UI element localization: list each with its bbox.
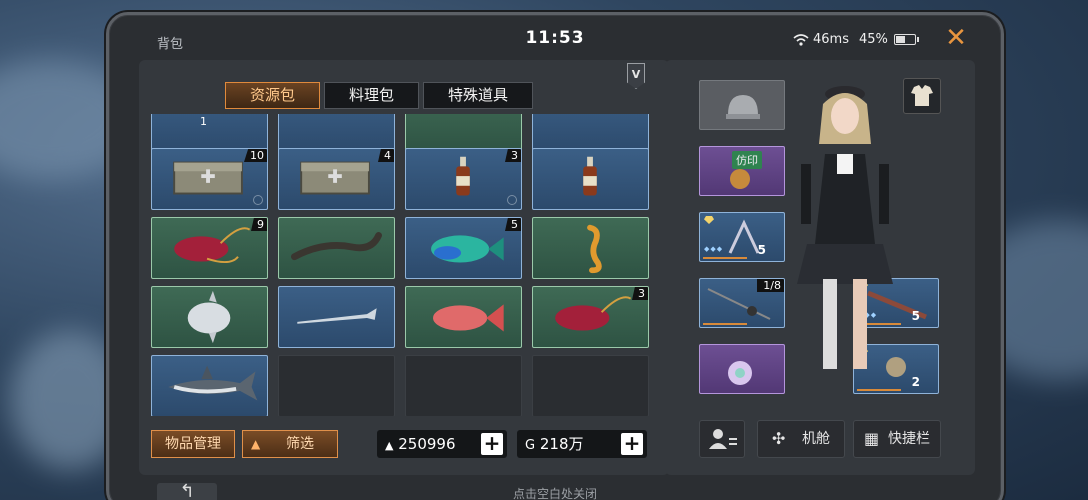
item-slot-needlefish[interactable]: [278, 286, 395, 348]
item-slot-bottle[interactable]: [532, 148, 649, 210]
battery-value: 45%: [859, 32, 888, 47]
status-bar: 背包 11:53 46ms 45% ✕: [109, 15, 1001, 63]
progress-bar: [703, 257, 747, 259]
bottle-icon: [456, 156, 470, 196]
weapon-slot-1[interactable]: ◆◆◆ 5: [699, 212, 785, 262]
rod-count: 1/8: [757, 279, 784, 292]
filter-icon: ▲: [251, 437, 261, 451]
red-snapper-icon: [433, 304, 504, 332]
item-slot-medical-crate[interactable]: 10: [151, 148, 268, 210]
filter-label: 筛选: [286, 436, 314, 452]
resource-counter: ▲ 250996 +: [377, 430, 507, 458]
cap-icon: [726, 95, 760, 119]
vip-badge-icon[interactable]: V: [627, 63, 645, 89]
character-portrait: [797, 86, 893, 369]
eel-icon: [291, 232, 382, 261]
progress-bar: [703, 323, 747, 325]
tab-resource-pack[interactable]: 资源包: [225, 82, 321, 109]
close-icon[interactable]: ✕: [943, 25, 969, 51]
equipment-panel: 仿印 ◆◆◆ 5 1/8 ◆◆◆ 5 2 ✣ 机舱 ▦ 快捷栏: [665, 60, 975, 475]
filter-button[interactable]: ▲ 筛选: [242, 430, 338, 458]
sunfish-icon: [187, 290, 231, 344]
resource-amount: 250996: [398, 435, 456, 453]
tab-special-items[interactable]: 特殊道具: [423, 82, 534, 109]
profile-button[interactable]: [699, 420, 745, 458]
inventory-panel: 资源包 料理包 特殊道具 V 1 10 4 3 9 5 3 物品管理 ▲ 筛选 …: [139, 60, 669, 475]
item-slot-red-meat[interactable]: 9: [151, 217, 268, 279]
item-slot-bottle[interactable]: 3: [405, 148, 522, 210]
item-slot-red-snapper[interactable]: [405, 286, 522, 348]
backpack-window: 背包 11:53 46ms 45% ✕ 资源包 料理包 特殊道具 V 1 10 …: [106, 12, 1004, 500]
item-slot-medical-crate[interactable]: 4: [278, 148, 395, 210]
helmet-slot[interactable]: [699, 80, 785, 130]
item-slot-eel[interactable]: [278, 217, 395, 279]
cabin-label: 机舱: [802, 431, 830, 447]
inventory-bottom-bar: 物品管理 ▲ 筛选 ▲ 250996 + G 218万 +: [151, 430, 651, 464]
battery-icon: [893, 34, 919, 45]
fishing-rod-slot[interactable]: 1/8: [699, 278, 785, 328]
ping-value: 46ms: [813, 32, 849, 47]
profile-icon: [709, 429, 737, 449]
item-manage-button[interactable]: 物品管理: [151, 430, 235, 458]
item-count: 1: [200, 115, 207, 128]
charm-icon: [728, 361, 752, 385]
item-grid[interactable]: 1 10 4 3 9 5 3: [151, 114, 651, 416]
add-resource-button[interactable]: +: [481, 433, 503, 455]
gold-amount: 218万: [539, 435, 584, 453]
close-hint[interactable]: 点击空白处关闭: [109, 485, 1001, 500]
gold-counter: G 218万 +: [517, 430, 647, 458]
resource-icon: ▲: [385, 439, 394, 452]
item-slot-seahorse[interactable]: [532, 217, 649, 279]
grid-icon: ▦: [864, 429, 880, 448]
pet-slot[interactable]: [699, 344, 785, 394]
add-gold-button[interactable]: +: [621, 433, 643, 455]
gold-icon: G: [525, 438, 536, 453]
item-slot-parrotfish[interactable]: 5: [405, 217, 522, 279]
item-slot-shark[interactable]: [151, 355, 268, 416]
wifi-icon: [793, 33, 809, 46]
seahorse-icon: [587, 224, 602, 274]
bottle-icon: [583, 156, 597, 196]
accessory-slot[interactable]: 仿印: [699, 146, 785, 196]
drone-icon: ✣: [772, 429, 786, 448]
battery-status: 45%: [859, 32, 919, 47]
parrotfish-icon: [431, 235, 504, 263]
needlefish-icon: [297, 308, 377, 324]
shortcut-label: 快捷栏: [888, 431, 930, 447]
tab-cooking-pack[interactable]: 料理包: [324, 82, 420, 109]
cabin-button[interactable]: ✣ 机舱: [757, 420, 845, 458]
seal-badge: 仿印: [732, 151, 762, 169]
shortcut-button[interactable]: ▦ 快捷栏: [853, 420, 941, 458]
empty-slot[interactable]: [405, 355, 522, 416]
red-meat-icon: [174, 227, 251, 263]
item-slot-sunfish[interactable]: [151, 286, 268, 348]
medical-crate-icon: [300, 161, 370, 195]
empty-slot[interactable]: [532, 355, 649, 416]
rank-stars: ◆◆◆: [704, 245, 724, 253]
weapon-level: 5: [757, 243, 766, 257]
network-status: 46ms: [793, 32, 849, 47]
empty-slot[interactable]: [278, 355, 395, 416]
shark-icon: [168, 365, 258, 401]
red-meat-icon: [555, 296, 632, 331]
tab-bar: 资源包 料理包 特殊道具: [225, 82, 534, 109]
item-slot-red-meat[interactable]: 3: [532, 286, 649, 348]
